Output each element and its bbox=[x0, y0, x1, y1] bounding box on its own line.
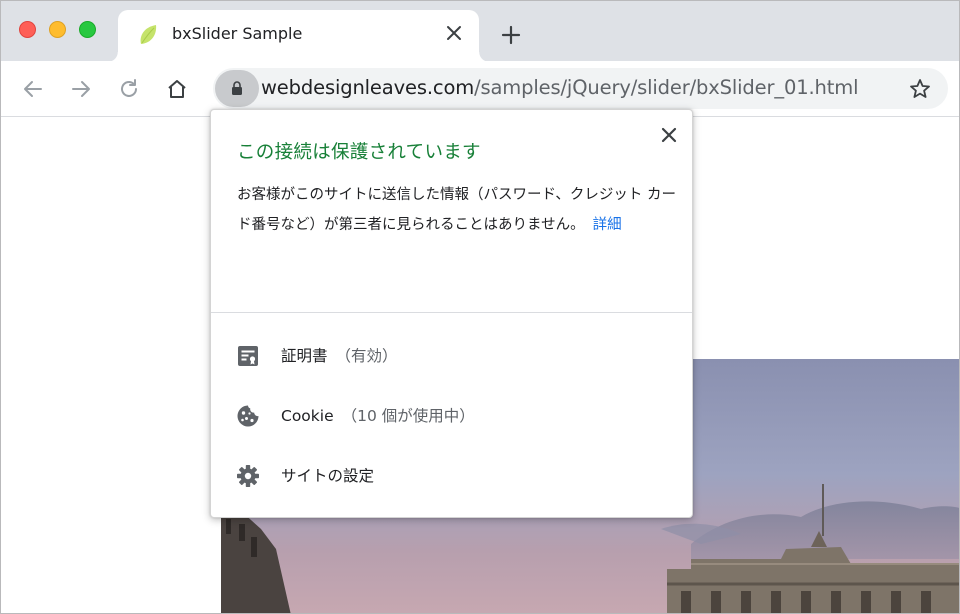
url-host: webdesignleaves.com bbox=[261, 76, 475, 99]
window-minimize-button[interactable] bbox=[49, 21, 66, 38]
certificate-label-text: 証明書 bbox=[281, 347, 328, 365]
cookie-label: Cookie （10 個が使用中） bbox=[281, 404, 475, 426]
site-settings-label: サイトの設定 bbox=[281, 467, 375, 485]
site-info-button[interactable] bbox=[215, 70, 259, 107]
new-tab-icon[interactable] bbox=[499, 23, 523, 47]
lock-icon bbox=[232, 81, 242, 95]
learn-more-link[interactable]: 詳細 bbox=[593, 217, 622, 233]
back-arrow-icon[interactable] bbox=[21, 77, 45, 101]
bookmark-star-icon[interactable] bbox=[908, 77, 932, 101]
leaf-favicon-icon bbox=[140, 25, 157, 44]
tab-bar: bxSlider Sample bbox=[1, 1, 959, 62]
connection-secure-title: この接続は保護されています bbox=[237, 142, 481, 163]
tab-close-icon[interactable] bbox=[443, 22, 465, 44]
cookie-row[interactable]: Cookie （10 個が使用中） bbox=[211, 388, 692, 442]
url-text[interactable]: webdesignleaves.com/samples/jQuery/slide… bbox=[261, 76, 858, 99]
cookie-count: （10 個が使用中） bbox=[341, 407, 475, 425]
window-zoom-button[interactable] bbox=[79, 21, 96, 38]
connection-description: お客様がこのサイトに送信した情報（パスワード、クレジット カード番号など）が第三… bbox=[237, 180, 677, 240]
forward-arrow-icon[interactable] bbox=[69, 77, 93, 101]
popup-close-icon[interactable] bbox=[659, 125, 679, 145]
gear-icon bbox=[237, 465, 259, 487]
browser-window: bxSlider Sample webdesignleaves.com/samp… bbox=[0, 0, 960, 614]
certificate-label: 証明書 （有効） bbox=[281, 344, 398, 366]
certificate-icon bbox=[238, 346, 258, 366]
reload-icon[interactable] bbox=[117, 77, 141, 101]
browser-tab[interactable]: bxSlider Sample bbox=[108, 10, 489, 62]
site-settings-row[interactable]: サイトの設定 bbox=[211, 448, 692, 502]
window-close-button[interactable] bbox=[19, 21, 36, 38]
popup-divider bbox=[211, 312, 692, 313]
certificate-row[interactable]: 証明書 （有効） bbox=[211, 328, 692, 382]
certificate-status: （有効） bbox=[335, 347, 398, 365]
url-path: /samples/jQuery/slider/bxSlider_01.html bbox=[474, 76, 859, 99]
home-icon[interactable] bbox=[165, 77, 189, 101]
cookie-label-text: Cookie bbox=[281, 407, 334, 425]
tab-title: bxSlider Sample bbox=[172, 24, 303, 43]
address-bar[interactable]: webdesignleaves.com/samples/jQuery/slide… bbox=[213, 68, 948, 109]
cookie-icon bbox=[237, 405, 259, 427]
site-info-popup: この接続は保護されています お客様がこのサイトに送信した情報（パスワード、クレジ… bbox=[210, 109, 693, 518]
